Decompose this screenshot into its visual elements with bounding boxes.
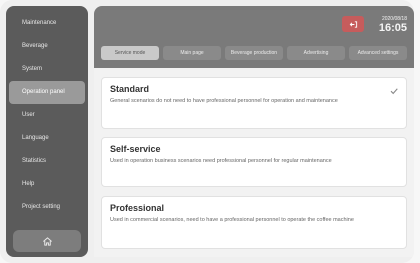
- mode-title: Standard: [110, 84, 150, 94]
- tab-label: Advanced settings: [357, 50, 399, 56]
- sidebar-item-label: User: [22, 112, 35, 118]
- top-bar: 2020/08/18 16:05 Service mode Main page …: [94, 6, 414, 68]
- mode-title: Self-service: [110, 144, 161, 154]
- home-icon: [42, 236, 52, 246]
- sidebar-item-label: Maintenance: [22, 20, 57, 26]
- mode-panel: Standard General scenarios do not need t…: [94, 68, 414, 257]
- checkmark-icon: [390, 88, 398, 95]
- tab-service-mode[interactable]: Service mode: [101, 46, 159, 60]
- tab-label: Advertising: [303, 50, 329, 56]
- sidebar-item-help[interactable]: Help: [9, 173, 85, 196]
- return-button[interactable]: [342, 16, 364, 32]
- home-button[interactable]: [13, 230, 81, 252]
- sidebar-item-label: Language: [22, 135, 49, 141]
- screen: Maintenance Beverage System Operation pa…: [0, 0, 420, 263]
- return-icon: [349, 20, 357, 28]
- mode-description: Used in operation business scenarios nee…: [110, 158, 332, 164]
- sidebar-item-beverage[interactable]: Beverage: [9, 35, 85, 58]
- sidebar-item-statistics[interactable]: Statistics: [9, 150, 85, 173]
- tab-main-page[interactable]: Main page: [163, 46, 221, 60]
- tab-advanced-settings[interactable]: Advanced settings: [349, 46, 407, 60]
- device-frame: Maintenance Beverage System Operation pa…: [0, 0, 414, 263]
- sidebar-item-system[interactable]: System: [9, 58, 85, 81]
- mode-title: Professional: [110, 203, 165, 213]
- date-time: 2020/08/18 16:05: [379, 16, 407, 34]
- sidebar-item-user[interactable]: User: [9, 104, 85, 127]
- time-text: 16:05: [378, 22, 407, 34]
- mode-description: Used in commercial scenarios, need to ha…: [110, 217, 354, 223]
- sidebar-item-label: System: [22, 66, 43, 72]
- tab-bar: Service mode Main page Beverage producti…: [101, 45, 407, 61]
- sidebar-item-label: Statistics: [22, 158, 47, 164]
- sidebar-item-maintenance[interactable]: Maintenance: [9, 12, 85, 35]
- sidebar-item-language[interactable]: Language: [9, 127, 85, 150]
- sidebar-item-project-setting[interactable]: Project setting: [9, 196, 85, 219]
- sidebar-item-operation-panel[interactable]: Operation panel: [9, 81, 85, 104]
- mode-card-professional[interactable]: Professional Used in commercial scenario…: [101, 196, 407, 249]
- tab-advertising[interactable]: Advertising: [287, 46, 345, 60]
- sidebar-item-label: Beverage: [22, 43, 48, 49]
- mode-description: General scenarios do not need to have pr…: [110, 98, 338, 104]
- sidebar-item-label: Project setting: [22, 204, 61, 210]
- mode-card-self-service[interactable]: Self-service Used in operation business …: [101, 137, 407, 187]
- tab-label: Beverage production: [230, 50, 278, 56]
- tab-beverage-production[interactable]: Beverage production: [225, 46, 283, 60]
- tab-label: Service mode: [114, 50, 146, 56]
- main-content: 2020/08/18 16:05 Service mode Main page …: [94, 6, 414, 257]
- sidebar: Maintenance Beverage System Operation pa…: [6, 6, 88, 257]
- sidebar-item-label: Help: [22, 181, 35, 187]
- sidebar-item-label: Operation panel: [22, 89, 65, 95]
- mode-card-standard[interactable]: Standard General scenarios do not need t…: [101, 77, 407, 129]
- tab-label: Main page: [180, 50, 204, 56]
